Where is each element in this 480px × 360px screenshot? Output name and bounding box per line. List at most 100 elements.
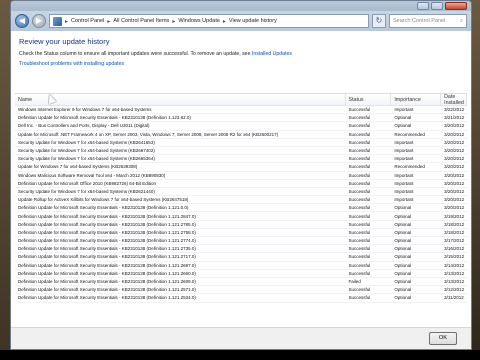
cell-name: Security Update for Windows 7 for x64-ba…	[18, 156, 155, 162]
column-header-name[interactable]: Name	[15, 94, 346, 105]
table-row[interactable]: Definition Update for Microsoft Security…	[15, 294, 467, 303]
column-header-date[interactable]: Date Installed	[441, 94, 467, 106]
cell-date: 3/16/2012	[444, 246, 465, 252]
breadcrumb-item-update-history[interactable]: View update history	[229, 18, 277, 24]
table-row[interactable]: Definition Update for Microsoft Security…	[15, 221, 467, 229]
cell-name: Update for Windows 7 for x64-based Syste…	[18, 164, 138, 170]
cell-date: 3/17/2012	[444, 238, 465, 244]
cell-date: 3/20/2012	[444, 188, 465, 194]
update-history-table: Name Status Importance Date Installed Wi…	[15, 93, 467, 327]
installed-updates-link[interactable]: Installed Updates	[252, 51, 292, 57]
table-row[interactable]: Windows Internet Explorer 9 for Windows …	[15, 106, 467, 115]
cell-date: 3/20/2012	[444, 205, 465, 211]
cell-importance: Recommended	[394, 131, 425, 137]
cell-name: Definition Update for Microsoft Security…	[18, 262, 196, 268]
table-row[interactable]: Windows Malicious Software Removal Tool …	[15, 172, 467, 180]
table-row[interactable]: Definition Update for Microsoft Security…	[15, 237, 467, 246]
cell-date: 3/18/2012	[444, 221, 465, 227]
cell-date: 3/18/2012	[444, 229, 465, 235]
cell-status: Successful	[348, 262, 371, 268]
table-row[interactable]: Definition Update for Microsoft Security…	[15, 204, 467, 213]
control-panel-icon	[53, 16, 62, 26]
title-bar[interactable]	[11, 1, 471, 11]
cell-importance: Optional	[394, 229, 412, 235]
cell-importance: Important	[394, 188, 414, 194]
column-header-importance[interactable]: Importance	[391, 94, 442, 105]
cell-name: Update Rollup for ActiveX Killbits for W…	[18, 197, 189, 203]
back-arrow-icon[interactable]: ◀	[15, 14, 29, 28]
breadcrumb-separator-icon: ▸	[107, 18, 111, 25]
table-row[interactable]: Definition Update for Microsoft Security…	[15, 278, 467, 287]
cell-date: 3/20/2012	[444, 148, 465, 154]
table-row[interactable]: Definition Update for Microsoft Security…	[15, 262, 467, 270]
cell-status: Successful	[348, 180, 371, 186]
cell-date: 3/20/2012	[444, 197, 465, 203]
cell-importance: Optional	[394, 262, 412, 268]
cell-name: Security Update for Windows 7 for x64-ba…	[18, 139, 155, 145]
refresh-icon[interactable]: ↻	[372, 14, 386, 28]
table-row[interactable]: Definition Update for Microsoft Security…	[15, 114, 467, 123]
cell-status: Successful	[348, 164, 371, 170]
cell-name: Definition Update for Microsoft Security…	[18, 254, 196, 260]
minimize-button[interactable]	[417, 2, 429, 10]
column-header-status[interactable]: Status	[346, 94, 392, 105]
breadcrumb-separator-icon: ▸	[65, 18, 69, 25]
cell-status: Successful	[348, 205, 371, 211]
cell-date: 3/20/2012	[444, 156, 465, 162]
breadcrumb-item-windows-update[interactable]: Windows Update	[178, 18, 220, 24]
cell-name: Definition Update for Microsoft Security…	[18, 213, 196, 219]
cell-status: Successful	[348, 295, 371, 301]
cell-importance: Optional	[394, 279, 412, 285]
cell-importance: Optional	[394, 221, 412, 227]
table-row[interactable]: Definition Update for Microsoft Security…	[15, 253, 467, 262]
table-row[interactable]: Definition Update for Microsoft Security…	[15, 229, 467, 237]
table-row[interactable]: Dell Inc. - Bus Controllers and Ports, D…	[15, 122, 467, 131]
cell-date: 3/20/2012	[444, 123, 465, 129]
cell-date: 3/13/2012	[444, 270, 465, 276]
table-row[interactable]: Security Update for Windows 7 for x64-ba…	[15, 147, 467, 156]
table-row[interactable]: Update for Windows 7 for x64-based Syste…	[15, 163, 467, 172]
troubleshoot-link[interactable]: Troubleshoot problems with installing up…	[19, 61, 463, 67]
table-row[interactable]: Definition Update for Microsoft Security…	[15, 245, 467, 254]
cell-status: Successful	[348, 221, 371, 227]
table-row[interactable]: Update for Microsoft .NET Framework 4 on…	[15, 131, 467, 139]
cell-importance: Important	[394, 156, 414, 162]
cell-date: 3/21/2012	[444, 115, 465, 121]
table-row[interactable]: Security Update for Windows 7 for x64-ba…	[15, 155, 467, 164]
breadcrumb-item-control-panel[interactable]: Control Panel	[71, 18, 104, 24]
cell-importance: Important	[394, 172, 414, 178]
cell-name: Windows Malicious Software Removal Tool …	[18, 172, 166, 178]
table-row[interactable]: Definition Update for Microsoft Security…	[15, 270, 467, 278]
table-row[interactable]: Security Update for Windows 7 for x64-ba…	[15, 188, 467, 197]
address-bar[interactable]: ▸ Control Panel ▸ All Control Panel Item…	[49, 14, 369, 28]
cell-importance: Optional	[394, 123, 412, 129]
cell-importance: Optional	[394, 287, 412, 293]
forward-arrow-icon[interactable]: ▶	[32, 14, 46, 28]
cell-date: 3/20/2012	[444, 139, 465, 145]
breadcrumb-item-all-items[interactable]: All Control Panel Items	[113, 18, 169, 24]
close-button[interactable]	[445, 2, 467, 10]
cell-name: Definition Update for Microsoft Security…	[18, 221, 196, 227]
cell-name: Dell Inc. - Bus Controllers and Ports, D…	[18, 123, 150, 129]
cell-date: 3/19/2012	[444, 213, 465, 219]
table-row[interactable]: Definition Update for Microsoft Office 2…	[15, 180, 467, 188]
ok-button[interactable]: OK	[429, 332, 457, 345]
cell-importance: Important	[394, 107, 414, 113]
cell-status: Successful	[348, 131, 371, 137]
maximize-button[interactable]	[431, 2, 443, 10]
cell-date: 3/20/2012	[444, 131, 465, 137]
cell-name: Definition Update for Microsoft Security…	[18, 287, 196, 293]
cell-name: Definition Update for Microsoft Security…	[18, 295, 196, 301]
table-row[interactable]: Security Update for Windows 7 for x64-ba…	[15, 139, 467, 147]
cell-status: Successful	[348, 254, 371, 260]
cell-name: Update for Microsoft .NET Framework 4 on…	[18, 131, 279, 137]
table-row[interactable]: Definition Update for Microsoft Security…	[15, 286, 467, 295]
cell-date: 3/11/2012	[444, 295, 464, 301]
search-icon: ⌕	[459, 17, 463, 24]
cell-importance: Optional	[394, 213, 412, 219]
table-row[interactable]: Definition Update for Microsoft Security…	[15, 212, 467, 221]
search-input[interactable]: Search Control Panel ⌕	[389, 14, 467, 28]
cell-name: Definition Update for Microsoft Security…	[18, 270, 196, 276]
table-row[interactable]: Update Rollup for ActiveX Killbits for W…	[15, 196, 467, 205]
cell-name: Security Update for Windows 7 for x64-ba…	[18, 148, 155, 154]
